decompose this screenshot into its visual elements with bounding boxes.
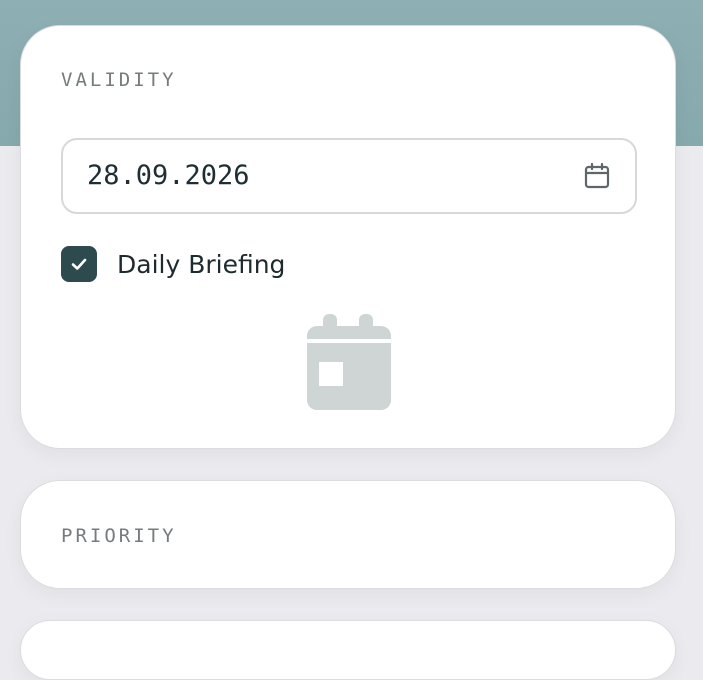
- calendar-illustration-icon: [305, 312, 393, 412]
- daily-briefing-checkbox-row[interactable]: Daily Briefing: [61, 245, 285, 283]
- validity-section-label: VALIDITY: [61, 69, 177, 91]
- priority-card: PRIORITY: [20, 480, 676, 589]
- check-icon: [71, 258, 87, 270]
- validity-date-value: 28.09.2026: [87, 160, 250, 191]
- validity-date-field[interactable]: 28.09.2026: [61, 138, 637, 214]
- calendar-icon[interactable]: [583, 162, 611, 190]
- next-card: [20, 620, 676, 680]
- validity-card: VALIDITY 28.09.2026 Daily Briefing: [20, 25, 676, 449]
- daily-briefing-checkbox[interactable]: [61, 246, 97, 282]
- daily-briefing-label: Daily Briefing: [117, 249, 286, 279]
- priority-section-label: PRIORITY: [61, 525, 177, 547]
